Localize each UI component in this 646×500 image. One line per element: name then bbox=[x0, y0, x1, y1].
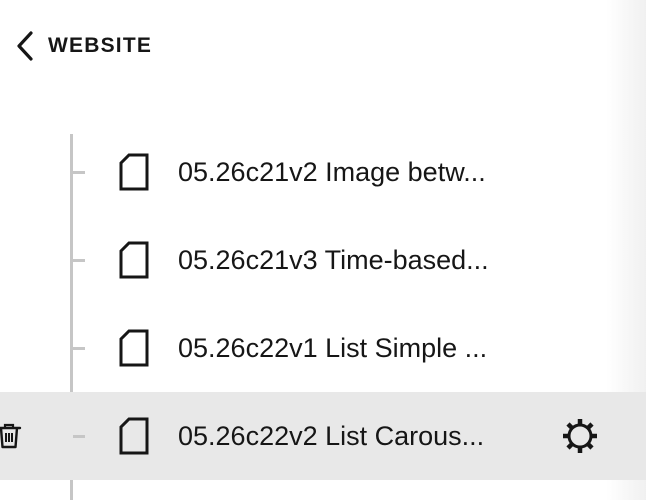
page-list-item[interactable]: 05.26c22v1 List Simple ... bbox=[0, 304, 646, 392]
back-to-website-link[interactable]: WEBSITE bbox=[14, 28, 152, 64]
page-title: 05.26c21v3 Time-based... bbox=[178, 245, 489, 275]
page-list-item-selected[interactable]: 05.26c22v2 List Carous... bbox=[0, 392, 646, 480]
gear-icon[interactable] bbox=[560, 416, 600, 456]
back-link-label: WEBSITE bbox=[48, 34, 153, 57]
page-icon bbox=[118, 241, 150, 279]
page-title: 05.26c22v2 List Carous... bbox=[178, 421, 485, 451]
tree-branch bbox=[73, 171, 85, 174]
tree-branch bbox=[73, 259, 85, 262]
page-list-item[interactable]: 05.26c21v3 Time-based... bbox=[0, 216, 646, 304]
page-list-item[interactable]: 05.26c21v2 Image betw... bbox=[0, 128, 646, 216]
tree-branch bbox=[73, 435, 85, 438]
tree-branch bbox=[73, 347, 85, 350]
page-icon bbox=[118, 153, 150, 191]
trash-icon[interactable] bbox=[0, 422, 22, 450]
chevron-left-icon bbox=[14, 30, 36, 62]
page-icon bbox=[118, 417, 150, 455]
page-icon bbox=[118, 329, 150, 367]
page-title: 05.26c21v2 Image betw... bbox=[178, 157, 486, 187]
page-title: 05.26c22v1 List Simple ... bbox=[178, 333, 488, 363]
